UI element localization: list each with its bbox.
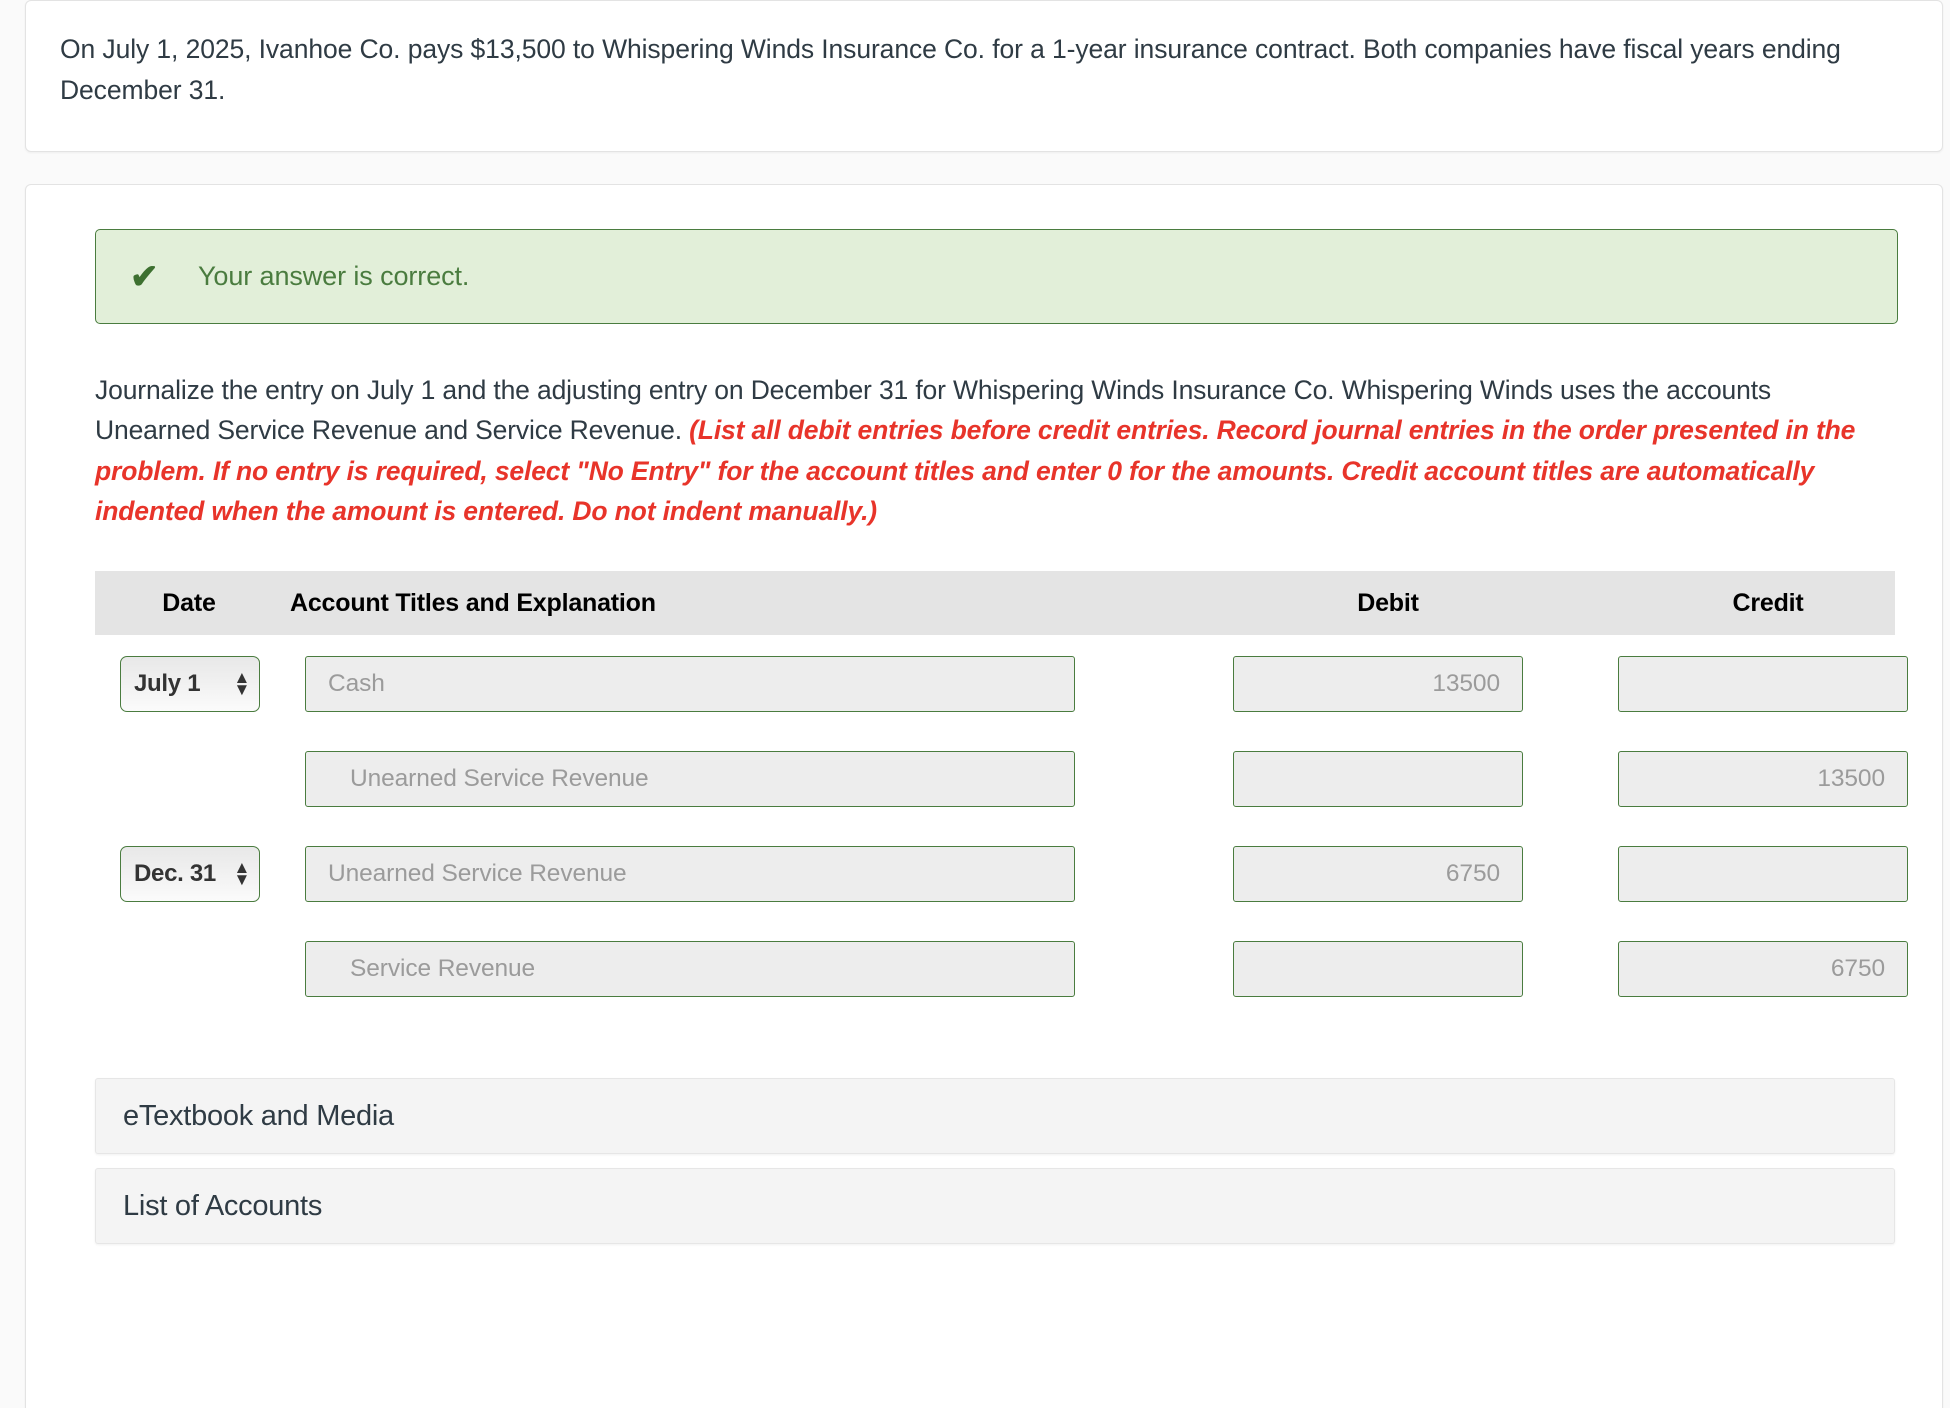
date-cell: ▲▼ xyxy=(95,941,283,997)
credit-input-row-2[interactable]: 13500 xyxy=(1618,751,1908,808)
account-title-input-row-1[interactable]: Cash xyxy=(305,656,1075,713)
check-icon: ✔ xyxy=(130,257,159,296)
credit-input-row-1[interactable] xyxy=(1618,656,1908,713)
journal-entry-table: Date Account Titles and Explanation Debi… xyxy=(95,571,1908,1017)
problem-statement-text: On July 1, 2025, Ivanhoe Co. pays $13,50… xyxy=(60,34,1841,106)
account-cell: Service Revenue xyxy=(283,941,1113,998)
credit-input-row-3[interactable] xyxy=(1618,846,1908,903)
account-cell: Unearned Service Revenue xyxy=(283,846,1113,903)
chevron-updown-icon: ▲ ▼ xyxy=(233,857,250,890)
journal-table-header: Date Account Titles and Explanation Debi… xyxy=(95,571,1895,636)
header-debit: Debit xyxy=(1357,588,1419,617)
header-date: Date xyxy=(162,588,216,617)
credit-cell: 6750 xyxy=(1618,941,1950,998)
answer-correct-banner: ✔ Your answer is correct. xyxy=(95,229,1898,325)
date-cell: ▲▼ xyxy=(95,751,283,807)
credit-cell xyxy=(1618,846,1950,903)
debit-cell: 6750 xyxy=(1233,846,1573,903)
date-cell: Dec. 31 ▲ ▼ xyxy=(95,846,283,903)
chevron-updown-icon: ▲ ▼ xyxy=(233,667,250,700)
header-account-titles: Account Titles and Explanation xyxy=(290,588,656,617)
list-of-accounts-accordion[interactable]: List of Accounts xyxy=(95,1168,1895,1245)
instructions-text: Journalize the entry on July 1 and the a… xyxy=(95,370,1885,531)
table-row: ▲▼ Unearned Service Revenue 13500 xyxy=(95,751,1908,827)
debit-input-row-3[interactable]: 6750 xyxy=(1233,846,1523,903)
date-select-value: July 1 xyxy=(134,670,201,698)
credit-cell xyxy=(1618,656,1950,713)
account-title-input-row-4[interactable]: Service Revenue xyxy=(305,941,1075,998)
date-cell: July 1 ▲ ▼ xyxy=(95,656,283,713)
answer-correct-message: Your answer is correct. xyxy=(198,261,470,292)
debit-cell: 13500 xyxy=(1233,656,1573,713)
debit-cell xyxy=(1233,751,1573,808)
date-select-row-3[interactable]: Dec. 31 ▲ ▼ xyxy=(120,846,260,903)
problem-statement-card: On July 1, 2025, Ivanhoe Co. pays $13,50… xyxy=(25,0,1943,153)
etextbook-and-media-label: eTextbook and Media xyxy=(123,1099,394,1132)
etextbook-and-media-accordion[interactable]: eTextbook and Media xyxy=(95,1078,1895,1155)
table-row: July 1 ▲ ▼ Cash 13500 xyxy=(95,656,1908,732)
page-root: On July 1, 2025, Ivanhoe Co. pays $13,50… xyxy=(0,0,1950,1408)
account-title-input-row-3[interactable]: Unearned Service Revenue xyxy=(305,846,1075,903)
debit-input-row-1[interactable]: 13500 xyxy=(1233,656,1523,713)
account-cell: Cash xyxy=(283,656,1113,713)
account-cell: Unearned Service Revenue xyxy=(283,751,1113,808)
answer-card: ✔ Your answer is correct. Journalize the… xyxy=(25,184,1943,1408)
credit-cell: 13500 xyxy=(1618,751,1950,808)
credit-input-row-4[interactable]: 6750 xyxy=(1618,941,1908,998)
debit-input-row-2[interactable] xyxy=(1233,751,1523,808)
date-select-value: Dec. 31 xyxy=(134,860,216,888)
account-title-input-row-2[interactable]: Unearned Service Revenue xyxy=(305,751,1075,808)
debit-cell xyxy=(1233,941,1573,998)
table-row: ▲▼ Service Revenue 6750 xyxy=(95,941,1908,1017)
debit-input-row-4[interactable] xyxy=(1233,941,1523,998)
list-of-accounts-label: List of Accounts xyxy=(123,1189,323,1222)
table-row: Dec. 31 ▲ ▼ Unearned Service Revenue 6750 xyxy=(95,846,1908,922)
date-select-row-1[interactable]: July 1 ▲ ▼ xyxy=(120,656,260,713)
header-credit: Credit xyxy=(1732,588,1804,617)
